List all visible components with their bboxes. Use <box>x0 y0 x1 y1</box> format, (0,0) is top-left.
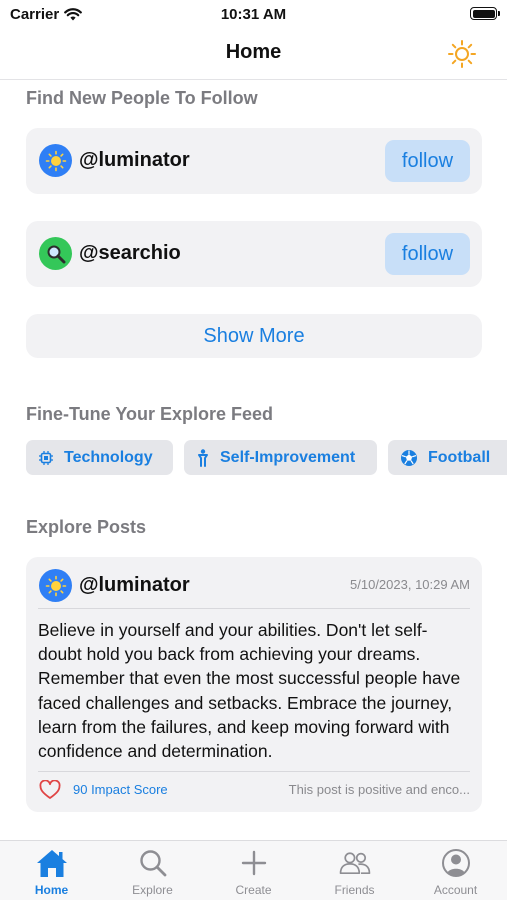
tab-account[interactable]: Account <box>405 841 506 900</box>
search-icon <box>139 850 166 877</box>
sun-avatar-icon <box>39 144 72 177</box>
user-handle[interactable]: @luminator <box>79 149 190 172</box>
tab-create[interactable]: Create <box>203 841 304 900</box>
topic-chip-football[interactable]: Football <box>388 440 507 475</box>
post-timestamp: 5/10/2023, 10:29 AM <box>350 577 470 592</box>
tab-label: Home <box>34 883 69 897</box>
soccer-ball-icon <box>401 449 417 466</box>
battery-icon <box>470 7 500 20</box>
suggested-user-card: @searchio follow <box>26 221 482 287</box>
status-bar: Carrier 10:31 AM <box>0 0 507 30</box>
follow-button[interactable]: follow <box>385 233 470 275</box>
tab-label: Friends <box>334 883 375 897</box>
post-body: Believe in yourself and your abilities. … <box>38 620 461 762</box>
account-icon <box>441 849 470 877</box>
chip-label: Technology <box>64 448 153 466</box>
like-button[interactable] <box>39 779 61 805</box>
house-icon <box>36 850 67 877</box>
person-icon <box>198 448 208 467</box>
post-author-handle[interactable]: @luminator <box>79 574 190 597</box>
tab-label: Create <box>235 883 272 897</box>
tab-label: Explore <box>132 883 173 897</box>
topic-chip-technology[interactable]: Technology <box>26 440 173 475</box>
status-time: 10:31 AM <box>220 6 287 23</box>
post-card[interactable]: @luminator 5/10/2023, 10:29 AM Believe i… <box>26 557 482 812</box>
follow-section-title: Find New People To Follow <box>26 88 258 108</box>
chip-icon <box>39 450 53 465</box>
tab-explore[interactable]: Explore <box>102 841 203 900</box>
tab-bar: Home Explore Create Friends Account <box>0 840 507 900</box>
tab-home[interactable]: Home <box>1 841 102 900</box>
follow-button[interactable]: follow <box>385 140 470 182</box>
chip-label: Football <box>428 448 491 466</box>
feed-section-title: Fine-Tune Your Explore Feed <box>26 404 274 424</box>
magnifier-avatar-icon <box>39 237 72 270</box>
tab-label: Account <box>433 883 478 897</box>
post-divider <box>38 771 470 772</box>
posts-section-title: Explore Posts <box>26 517 147 537</box>
user-handle[interactable]: @searchio <box>79 242 181 265</box>
show-more-button[interactable]: Show More <box>26 314 482 358</box>
suggested-user-card: @luminator follow <box>26 128 482 194</box>
theme-toggle-button[interactable] <box>447 39 477 69</box>
post-divider <box>38 608 470 609</box>
topic-chip-self-improvement[interactable]: Self-Improvement <box>184 440 377 475</box>
heart-icon <box>39 779 61 799</box>
post-sentiment-summary: This post is positive and enco... <box>288 782 470 797</box>
chip-label: Self-Improvement <box>220 448 356 466</box>
page-title: Home <box>225 41 282 63</box>
navigation-bar: Home <box>0 30 507 80</box>
impact-score[interactable]: 90 Impact Score <box>73 782 168 797</box>
people-icon <box>339 852 370 875</box>
sun-avatar-icon <box>39 569 72 602</box>
tab-friends[interactable]: Friends <box>304 841 405 900</box>
plus-icon <box>241 850 266 876</box>
sun-icon <box>448 40 476 68</box>
